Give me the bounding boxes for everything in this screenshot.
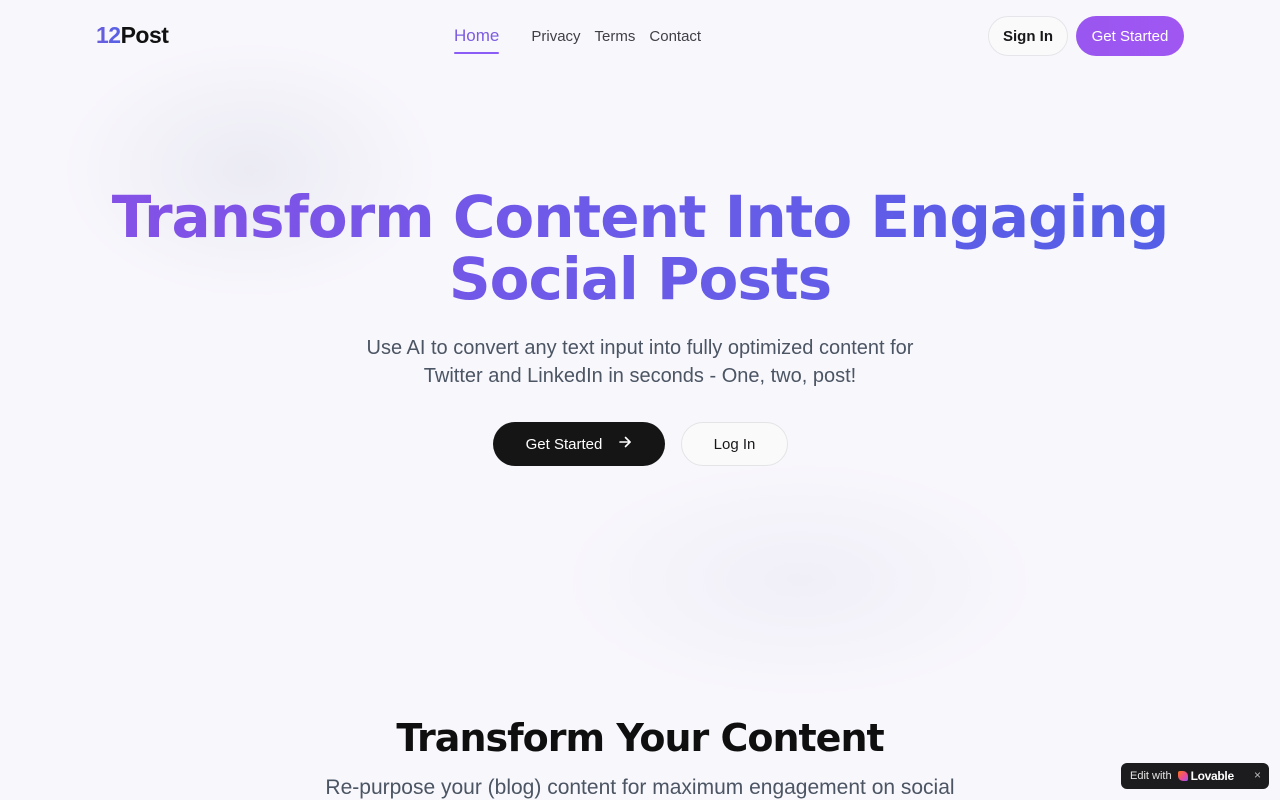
hero-get-started-label: Get Started bbox=[525, 435, 603, 453]
nav-item-privacy[interactable]: Privacy bbox=[531, 28, 580, 45]
close-icon[interactable]: × bbox=[1254, 768, 1261, 782]
hero-title: Transform Content Into Engaging Social P… bbox=[0, 186, 1280, 310]
hero-title-line-1: Transform Content Into Engaging bbox=[111, 183, 1169, 251]
hero-subtitle-line-2: Twitter and LinkedIn in seconds - One, t… bbox=[423, 365, 857, 387]
logo-number: 12 bbox=[96, 22, 121, 48]
badge-prefix: Edit with bbox=[1130, 770, 1172, 782]
badge-brand: Lovable bbox=[1190, 769, 1235, 783]
hero-get-started-button[interactable]: Get Started bbox=[493, 422, 665, 466]
section-subtitle: Re-purpose your (blog) content for maxim… bbox=[325, 776, 955, 799]
nav-item-terms[interactable]: Terms bbox=[595, 28, 636, 45]
logo[interactable]: 12Post bbox=[96, 22, 169, 49]
hero-title-line-2: Social Posts bbox=[448, 245, 832, 313]
main-nav: Home Privacy Terms Contact bbox=[454, 0, 715, 72]
hero-subtitle: Use AI to convert any text input into fu… bbox=[0, 334, 1280, 390]
hero-log-in-button[interactable]: Log In bbox=[681, 422, 788, 466]
section-title: Transform Your Content bbox=[396, 716, 884, 760]
nav-item-home[interactable]: Home bbox=[454, 26, 500, 54]
sign-in-button[interactable]: Sign In bbox=[988, 16, 1068, 56]
lovable-logo-icon bbox=[1177, 771, 1188, 781]
nav-item-contact[interactable]: Contact bbox=[649, 28, 701, 45]
edit-with-lovable-badge[interactable]: Edit with Lovable × bbox=[1121, 763, 1269, 789]
background-glow-lower bbox=[560, 460, 1040, 700]
header-get-started-button[interactable]: Get Started bbox=[1076, 16, 1184, 56]
arrow-right-icon bbox=[618, 435, 632, 454]
hero-subtitle-line-1: Use AI to convert any text input into fu… bbox=[366, 337, 914, 359]
logo-text: Post bbox=[120, 22, 169, 48]
site-header: 12Post Home Privacy Terms Contact Sign I… bbox=[0, 0, 1280, 72]
